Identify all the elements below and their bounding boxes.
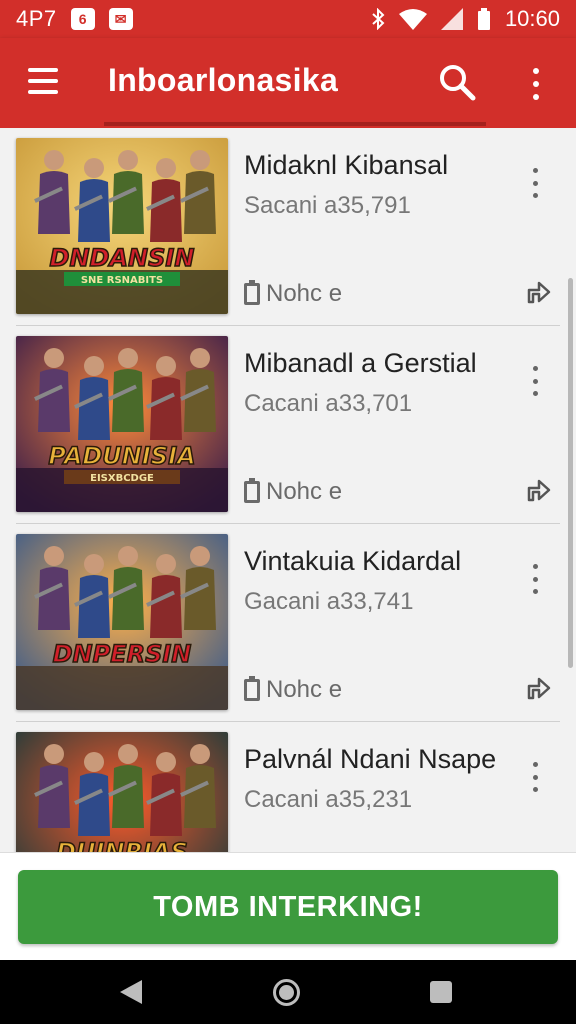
item-subtitle: Gacani a33,741 bbox=[244, 588, 414, 615]
notification-app-icon: 6 bbox=[70, 8, 95, 30]
item-more-icon[interactable] bbox=[524, 366, 546, 396]
system-nav-bar bbox=[0, 960, 576, 1024]
list-item[interactable]: DNPERSIN Vintakuia Kidardal Gacani a33,7… bbox=[0, 524, 576, 722]
note-button[interactable]: Nohc e bbox=[244, 478, 342, 506]
poster-thumbnail[interactable]: DNDANSIN SNE RSNABITS bbox=[16, 138, 228, 314]
status-left-text: 4P7 bbox=[16, 6, 57, 31]
game-list[interactable]: DNDANSIN SNE RSNABITS Midaknl Kibansal Sa… bbox=[0, 128, 576, 852]
bluetooth-icon bbox=[372, 8, 385, 30]
status-right: 10:60 bbox=[371, 6, 560, 32]
poster-title: DUINRIAS bbox=[56, 838, 188, 852]
clipboard-icon bbox=[244, 280, 260, 305]
status-bar: 4P7 6 ✉ 10:60 bbox=[0, 0, 576, 38]
overflow-menu-icon[interactable] bbox=[526, 64, 546, 104]
recent-apps-icon[interactable] bbox=[430, 981, 452, 1003]
clipboard-icon bbox=[244, 478, 260, 503]
list-item[interactable]: PADUNISIA EISXBCDGE Mibanadl a Gerstial C… bbox=[0, 326, 576, 524]
note-button[interactable]: Nohc e bbox=[244, 280, 342, 308]
note-label: Nohc e bbox=[266, 478, 343, 505]
poster-subtitle: EISXBCDGE bbox=[90, 473, 154, 484]
home-icon[interactable] bbox=[273, 979, 300, 1006]
poster-title: DNPERSIN bbox=[53, 640, 192, 668]
title-underline bbox=[104, 122, 486, 126]
item-more-icon[interactable] bbox=[524, 564, 546, 594]
note-label: Nohc e bbox=[266, 280, 343, 307]
share-icon[interactable] bbox=[526, 278, 552, 304]
wifi-icon bbox=[398, 9, 427, 30]
item-more-icon[interactable] bbox=[524, 762, 546, 792]
back-icon[interactable] bbox=[120, 980, 142, 1004]
primary-action-button[interactable]: TOMB INTERKING! bbox=[18, 870, 558, 944]
poster-title: PADUNISIA bbox=[48, 442, 195, 470]
app-bar: Inboarlonasika bbox=[0, 38, 576, 128]
status-clock: 10:60 bbox=[504, 6, 560, 31]
signal-icon bbox=[440, 8, 463, 30]
hamburger-menu-icon[interactable] bbox=[28, 68, 58, 94]
status-left: 4P7 6 ✉ bbox=[16, 6, 133, 32]
item-title[interactable]: Mibanadl a Gerstial bbox=[244, 348, 477, 379]
poster-thumbnail[interactable]: DUINRIASKGRADIN bbox=[16, 732, 228, 852]
item-title[interactable]: Vintakuia Kidardal bbox=[244, 546, 461, 577]
scrollbar[interactable] bbox=[568, 278, 573, 668]
item-more-icon[interactable] bbox=[524, 168, 546, 198]
mail-notification-icon: ✉ bbox=[108, 8, 133, 30]
poster-title: DNDANSIN bbox=[50, 244, 195, 272]
share-icon[interactable] bbox=[526, 476, 552, 502]
poster-thumbnail[interactable]: DNPERSIN bbox=[16, 534, 228, 710]
app-title: Inboarlonasika bbox=[108, 62, 339, 98]
list-item[interactable]: DNDANSIN SNE RSNABITS Midaknl Kibansal Sa… bbox=[0, 128, 576, 326]
share-icon[interactable] bbox=[526, 674, 552, 700]
battery-icon bbox=[477, 8, 490, 30]
list-item[interactable]: DUINRIASKGRADIN Palvnál Ndani Nsape Caca… bbox=[0, 722, 576, 852]
item-subtitle: Cacani a35,231 bbox=[244, 786, 413, 813]
poster-thumbnail[interactable]: PADUNISIA EISXBCDGE bbox=[16, 336, 228, 512]
poster-ground bbox=[16, 666, 228, 710]
item-title[interactable]: Midaknl Kibansal bbox=[244, 150, 448, 181]
search-icon[interactable] bbox=[437, 62, 477, 102]
item-title[interactable]: Palvnál Ndani Nsape bbox=[244, 744, 496, 775]
note-button[interactable]: Nohc e bbox=[244, 676, 342, 704]
cta-area: TOMB INTERKING! bbox=[0, 852, 576, 960]
poster-subtitle: SNE RSNABITS bbox=[81, 275, 163, 286]
item-subtitle: Cacani a33,701 bbox=[244, 390, 413, 417]
item-subtitle: Sacani a35,791 bbox=[244, 192, 411, 219]
clipboard-icon bbox=[244, 676, 260, 701]
note-label: Nohc e bbox=[266, 676, 343, 703]
